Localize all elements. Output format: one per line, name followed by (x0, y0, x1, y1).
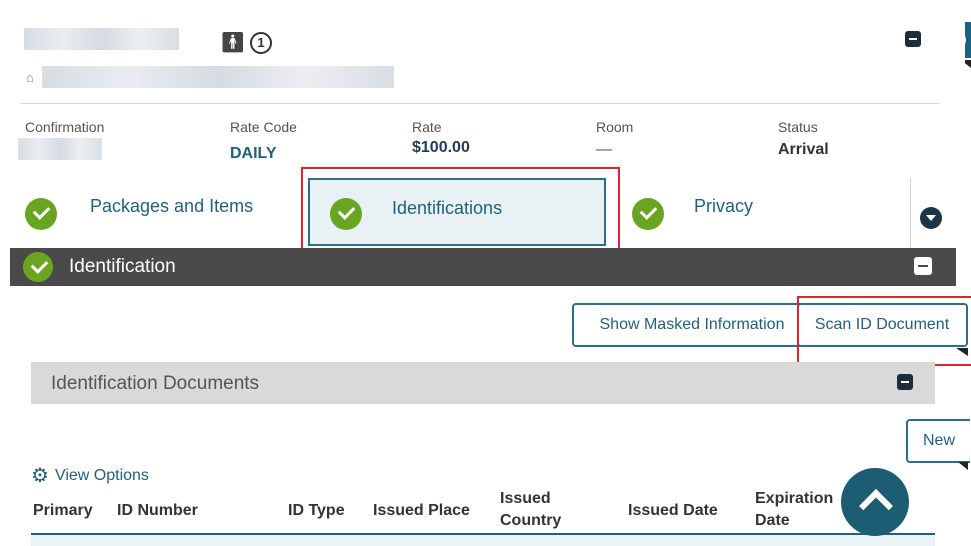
address-redacted (42, 66, 394, 88)
show-masked-information-button[interactable]: Show Masked Information (572, 303, 812, 347)
rate-value: $100.00 (412, 139, 470, 156)
rate-label: Rate (412, 119, 442, 135)
column-header-issued-date[interactable]: Issued Date (628, 500, 718, 522)
tab-privacy[interactable]: Privacy (622, 178, 907, 250)
status-label: Status (778, 119, 818, 135)
new-document-label: New (922, 432, 955, 449)
chevron-up-icon (859, 489, 893, 523)
more-tabs-button[interactable] (920, 207, 942, 229)
card-divider (20, 103, 940, 104)
check-icon (23, 252, 53, 282)
side-scroll-marker (956, 348, 968, 356)
collapse-section-icon[interactable] (914, 257, 932, 275)
info-circle-icon[interactable]: 1 (250, 32, 272, 54)
new-document-button[interactable]: New (906, 419, 970, 463)
view-options-label: View Options (54, 467, 149, 484)
documents-title: Identification Documents (51, 373, 260, 394)
confirmation-redacted (18, 138, 102, 160)
tab-label: Packages and Items (90, 196, 254, 216)
guest-name-redacted (24, 28, 179, 50)
check-icon (632, 198, 664, 230)
check-icon (25, 198, 57, 230)
guest-person-icon: 🚹︎ (220, 30, 246, 54)
tab-packages-and-items[interactable]: Packages and Items (10, 178, 305, 250)
highlight-scan-button (797, 296, 971, 366)
identification-section-header: Identification (10, 248, 956, 286)
gear-icon: ⚙ (31, 465, 49, 487)
home-icon: ⌂ (26, 70, 34, 85)
collapse-card-icon[interactable] (905, 31, 921, 47)
column-header-issued-place[interactable]: Issued Place (373, 500, 470, 522)
status-value: Arrival (778, 141, 829, 158)
room-value: — (596, 141, 612, 158)
view-options-link[interactable]: ⚙ View Options (31, 465, 149, 487)
table-row-partial (31, 535, 935, 546)
column-header-id-number[interactable]: ID Number (117, 500, 198, 522)
rate-code-label: Rate Code (230, 119, 297, 135)
guest-count: 1 (235, 44, 241, 54)
identification-documents-header: Identification Documents (31, 362, 935, 404)
column-header-issued-country[interactable]: Issued Country (500, 488, 580, 532)
show-masked-information-label: Show Masked Information (599, 316, 785, 333)
section-title: Identification (69, 256, 176, 277)
scroll-to-top-button[interactable] (841, 468, 909, 536)
room-label: Room (596, 119, 634, 135)
collapse-documents-icon[interactable] (897, 374, 913, 390)
chevron-down-icon (926, 215, 936, 221)
column-header-expiration-date[interactable]: Expiration Date (755, 488, 845, 532)
rate-code-value: DAILY (230, 145, 277, 162)
column-header-id-type[interactable]: ID Type (288, 500, 345, 522)
tab-divider (910, 178, 911, 250)
column-header-primary[interactable]: Primary (33, 500, 93, 522)
side-scroll-marker (958, 462, 968, 470)
highlight-identifications-tab (301, 167, 620, 261)
confirmation-label: Confirmation (25, 119, 105, 135)
tab-label: Privacy (694, 196, 754, 216)
